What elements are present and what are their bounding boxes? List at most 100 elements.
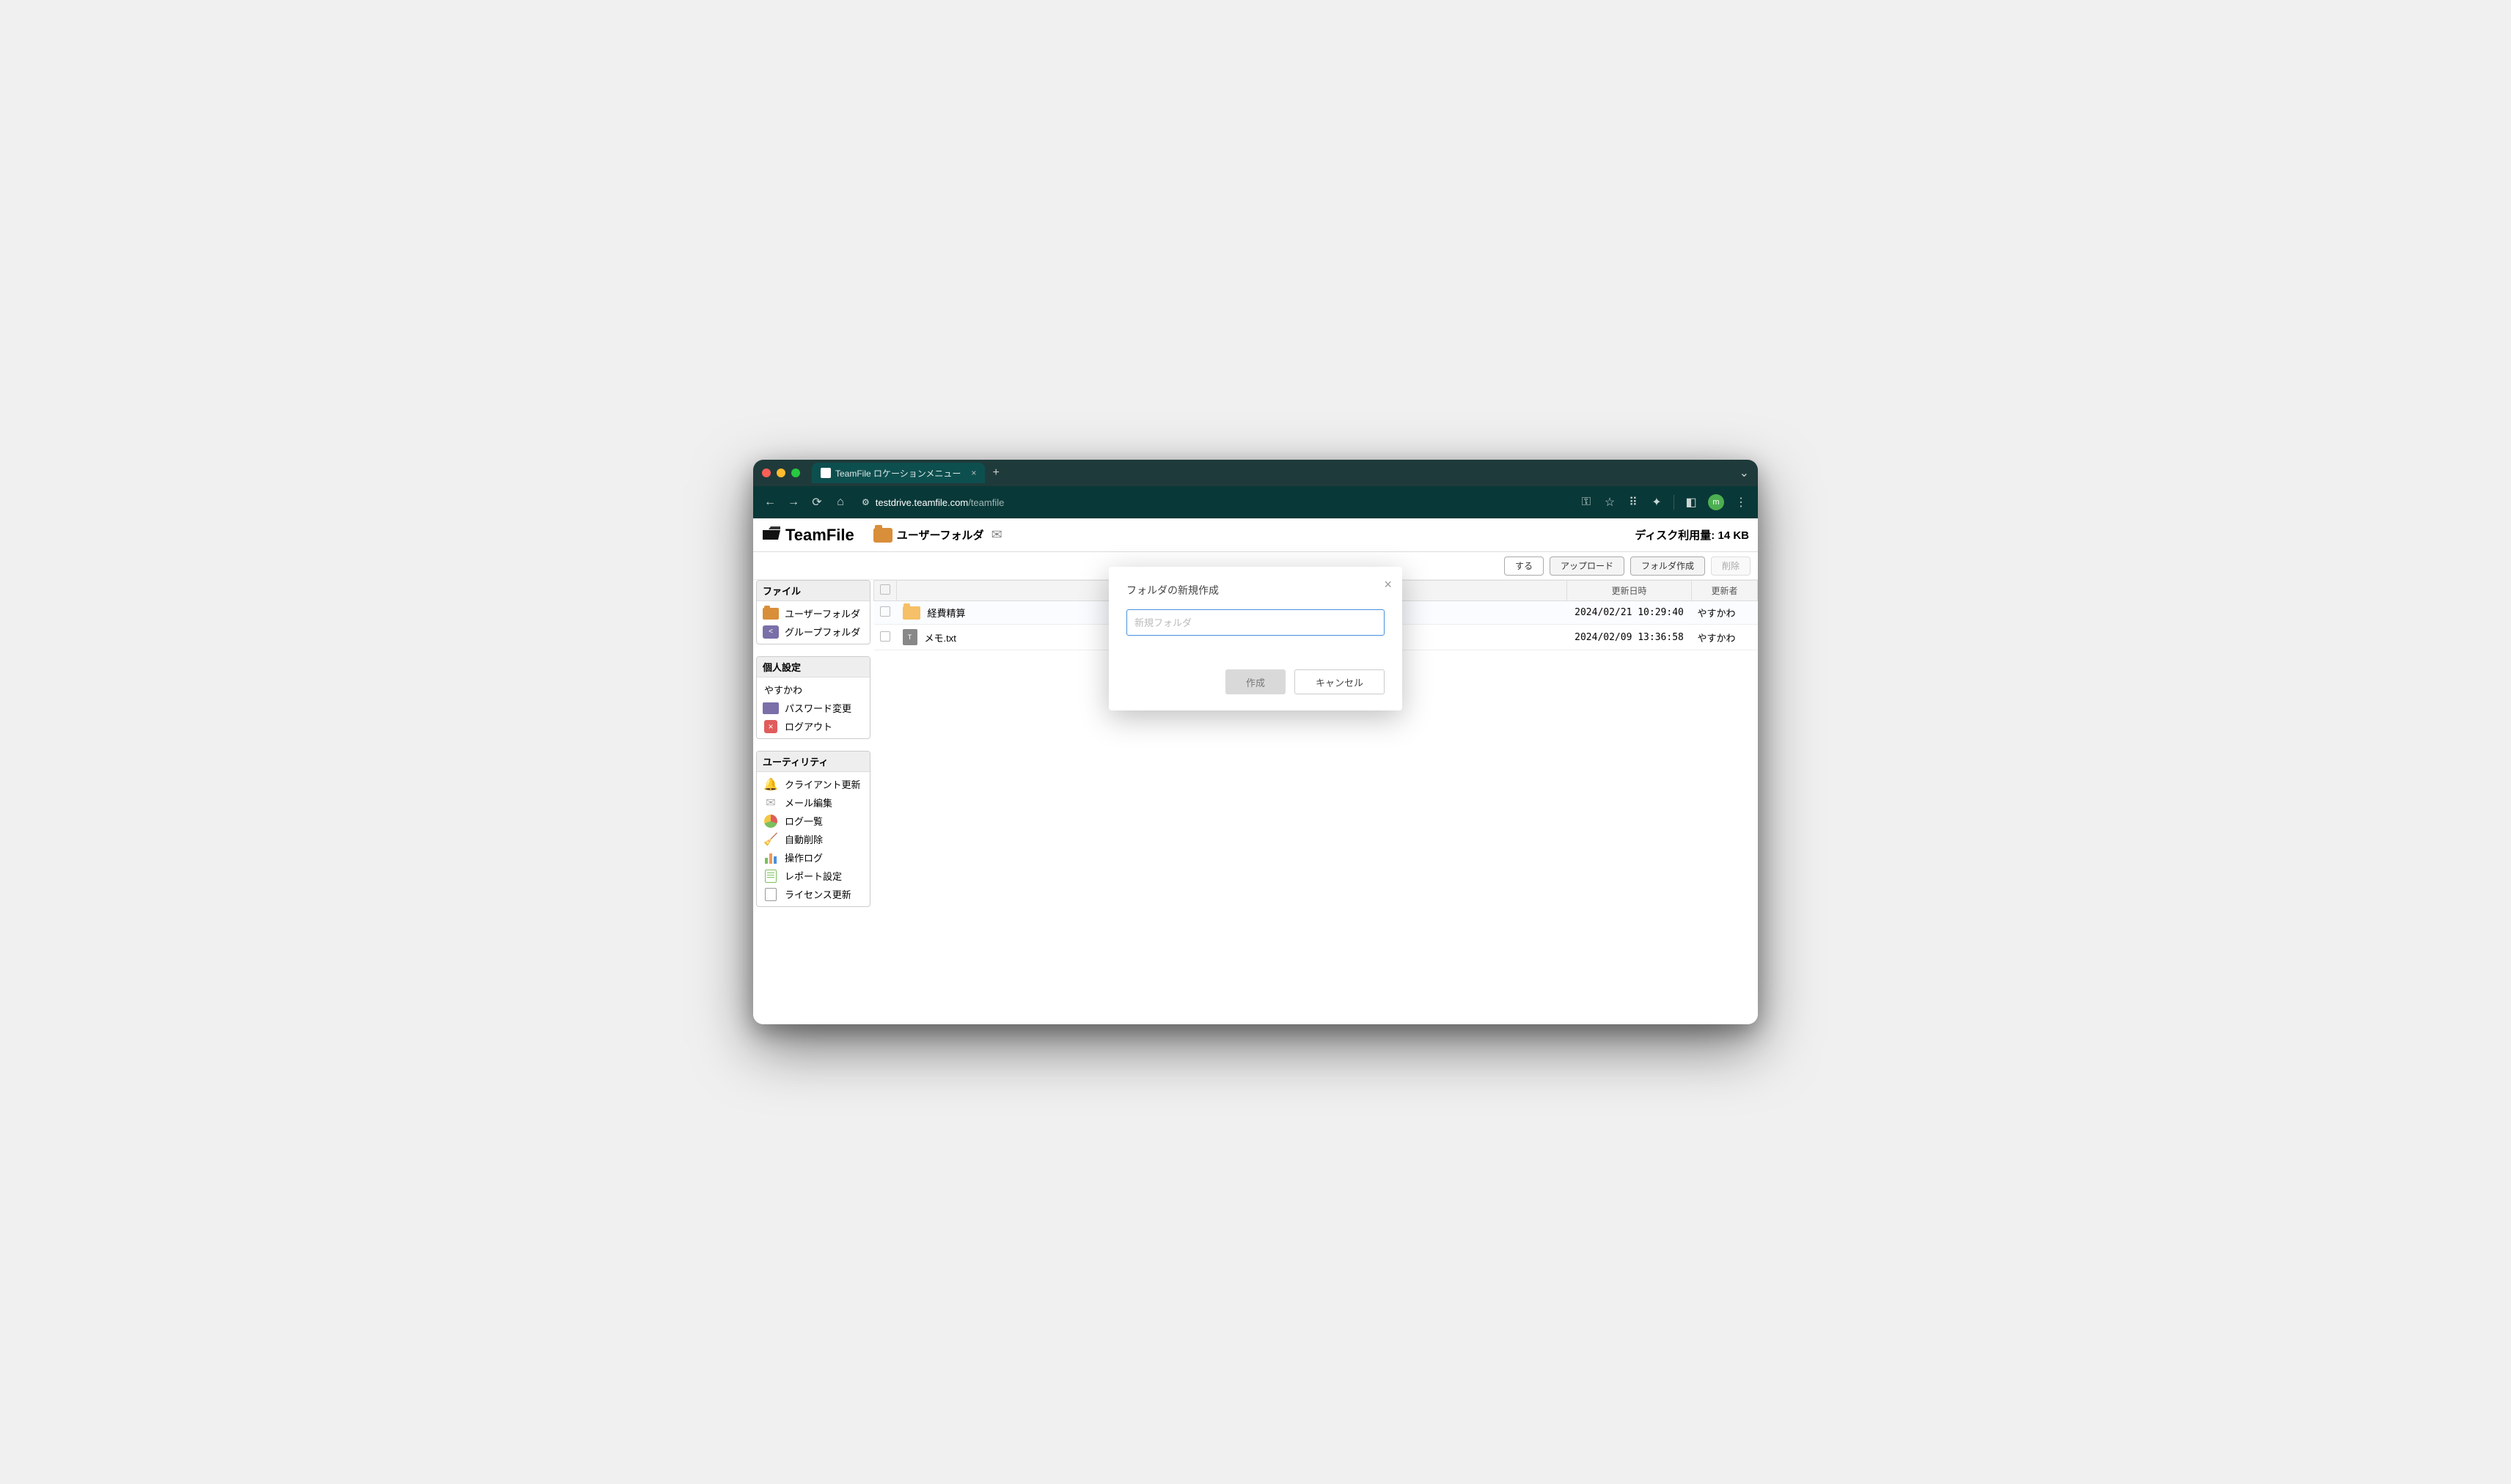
text-file-icon: T: [903, 629, 917, 645]
file-user: やすかわ: [1692, 601, 1758, 625]
modal-close-icon[interactable]: ×: [1384, 577, 1392, 592]
sidebar-item-label: レポート設定: [785, 869, 842, 883]
sidebar-item-label: パスワード変更: [785, 701, 851, 715]
bar-chart-icon: [763, 851, 779, 864]
url-bar[interactable]: ⚙ testdrive.teamfile.com/teamfile: [857, 497, 1569, 508]
password-icon: [763, 702, 779, 715]
sidebar-item-mail-edit[interactable]: ✉ メール編集: [761, 793, 865, 812]
col-user[interactable]: 更新者: [1692, 581, 1758, 601]
tab-close-icon[interactable]: ×: [971, 468, 976, 478]
row-checkbox[interactable]: [880, 631, 890, 642]
key-icon[interactable]: ⚿: [1580, 496, 1593, 509]
sidebar-item-op-log[interactable]: 操作ログ: [761, 848, 865, 867]
sidebar-item-logout[interactable]: × ログアウト: [761, 717, 865, 735]
minimize-window[interactable]: [777, 469, 785, 477]
forward-icon[interactable]: →: [787, 496, 800, 509]
sidebar-item-label: ユーザーフォルダ: [785, 606, 860, 620]
modal-title: フォルダの新規作成: [1126, 583, 1385, 598]
back-icon[interactable]: ←: [763, 496, 777, 509]
file-name[interactable]: メモ.txt: [925, 631, 956, 644]
favicon: [821, 468, 831, 478]
envelope-icon: ✉: [763, 796, 779, 809]
modal-actions: 作成 キャンセル: [1126, 669, 1385, 694]
folder-name-input[interactable]: [1126, 609, 1385, 636]
folder-icon: [903, 606, 920, 620]
cancel-button[interactable]: キャンセル: [1294, 669, 1385, 694]
disk-usage: ディスク利用量: 14 KB: [1635, 527, 1749, 543]
col-date[interactable]: 更新日時: [1567, 581, 1692, 601]
pie-chart-icon: [763, 815, 779, 828]
home-icon[interactable]: ⌂: [834, 496, 847, 509]
bell-icon: 🔔: [763, 778, 779, 791]
page-header: TeamFile ユーザーフォルダ ✉ ディスク利用量: 14 KB: [753, 518, 1758, 552]
hidden-button-fragment[interactable]: する: [1504, 556, 1544, 576]
logout-icon: ×: [763, 720, 779, 733]
sidebar-heading-file: ファイル: [757, 581, 870, 601]
sidepanel-icon[interactable]: ◧: [1685, 496, 1698, 509]
col-checkbox: [874, 581, 897, 601]
sidebar-panel-file: ファイル ユーザーフォルダ < グループフォルダ: [756, 580, 870, 644]
brand[interactable]: TeamFile: [753, 525, 863, 546]
sidebar-item-label: グループフォルダ: [785, 625, 860, 639]
browser-window: TeamFile ロケーションメニュー × + ⌄ ← → ⟳ ⌂ ⚙ test…: [753, 460, 1758, 1024]
sidebar-item-label: 自動削除: [785, 832, 823, 846]
site-info-icon[interactable]: ⚙: [862, 497, 870, 507]
trash-icon: 🧹: [763, 833, 779, 846]
file-name[interactable]: 経費精算: [928, 606, 966, 620]
brand-icon: [762, 525, 781, 546]
tab-title: TeamFile ロケーションメニュー: [835, 467, 961, 480]
sidebar-item-label: ログアウト: [785, 719, 832, 733]
sidebar-username: やすかわ: [761, 680, 865, 699]
sidebar-item-change-password[interactable]: パスワード変更: [761, 699, 865, 717]
browser-tab[interactable]: TeamFile ロケーションメニュー ×: [812, 463, 985, 483]
sidebar-item-label: ライセンス更新: [785, 887, 851, 901]
sidebar-item-client-update[interactable]: 🔔 クライアント更新: [761, 775, 865, 793]
mail-icon[interactable]: ✉: [991, 527, 1002, 543]
reload-icon[interactable]: ⟳: [810, 496, 824, 509]
sidebar-item-report-settings[interactable]: レポート設定: [761, 867, 865, 885]
sidebar-item-group-folder[interactable]: < グループフォルダ: [761, 622, 865, 641]
close-window[interactable]: [762, 469, 771, 477]
url-path: /teamfile: [968, 497, 1004, 508]
sidebar-item-auto-delete[interactable]: 🧹 自動削除: [761, 830, 865, 848]
upload-button[interactable]: アップロード: [1550, 556, 1624, 576]
titlebar: TeamFile ロケーションメニュー × + ⌄: [753, 460, 1758, 486]
user-folder-icon: [763, 607, 779, 620]
url-host: testdrive.teamfile.com: [876, 497, 968, 508]
sidebar-item-user-folder[interactable]: ユーザーフォルダ: [761, 604, 865, 622]
sidebar-item-label: クライアント更新: [785, 777, 860, 791]
sidebar-item-label: ログ一覧: [785, 814, 823, 828]
sidebar-heading-utility: ユーティリティ: [757, 752, 870, 772]
toolbar-right: ⚿ ☆ ⠿ ✦ ◧ m ⋮: [1580, 494, 1748, 510]
sidebar: ファイル ユーザーフォルダ < グループフォルダ 個人設定: [753, 580, 873, 1024]
license-icon: [763, 888, 779, 901]
file-date: 2024/02/09 13:36:58: [1567, 625, 1692, 650]
browser-toolbar: ← → ⟳ ⌂ ⚙ testdrive.teamfile.com/teamfil…: [753, 486, 1758, 518]
group-folder-icon: <: [763, 625, 779, 639]
tab-dropdown-icon[interactable]: ⌄: [1740, 466, 1749, 480]
sidebar-item-label: メール編集: [785, 796, 832, 809]
puzzle-icon[interactable]: ✦: [1650, 496, 1663, 509]
new-tab-button[interactable]: +: [992, 466, 999, 480]
create-button[interactable]: 作成: [1225, 669, 1286, 694]
sidebar-item-log-list[interactable]: ログ一覧: [761, 812, 865, 830]
document-icon: [763, 870, 779, 883]
new-folder-button[interactable]: フォルダ作成: [1630, 556, 1705, 576]
select-all-checkbox[interactable]: [880, 584, 890, 595]
extensions-icon[interactable]: ⠿: [1627, 496, 1640, 509]
sidebar-panel-personal: 個人設定 やすかわ パスワード変更 × ログアウト: [756, 656, 870, 739]
bookmark-icon[interactable]: ☆: [1603, 496, 1616, 509]
sidebar-item-label: 操作ログ: [785, 851, 823, 864]
row-checkbox[interactable]: [880, 606, 890, 617]
sidebar-heading-personal: 個人設定: [757, 657, 870, 677]
menu-icon[interactable]: ⋮: [1734, 496, 1748, 509]
file-date: 2024/02/21 10:29:40: [1567, 601, 1692, 625]
maximize-window[interactable]: [791, 469, 800, 477]
brand-name: TeamFile: [785, 526, 854, 545]
breadcrumb-label: ユーザーフォルダ: [897, 527, 984, 543]
delete-button[interactable]: 削除: [1711, 556, 1751, 576]
profile-avatar[interactable]: m: [1708, 494, 1724, 510]
breadcrumb[interactable]: ユーザーフォルダ ✉: [873, 527, 1002, 543]
sidebar-item-license-update[interactable]: ライセンス更新: [761, 885, 865, 903]
briefcase-icon: [873, 528, 892, 543]
